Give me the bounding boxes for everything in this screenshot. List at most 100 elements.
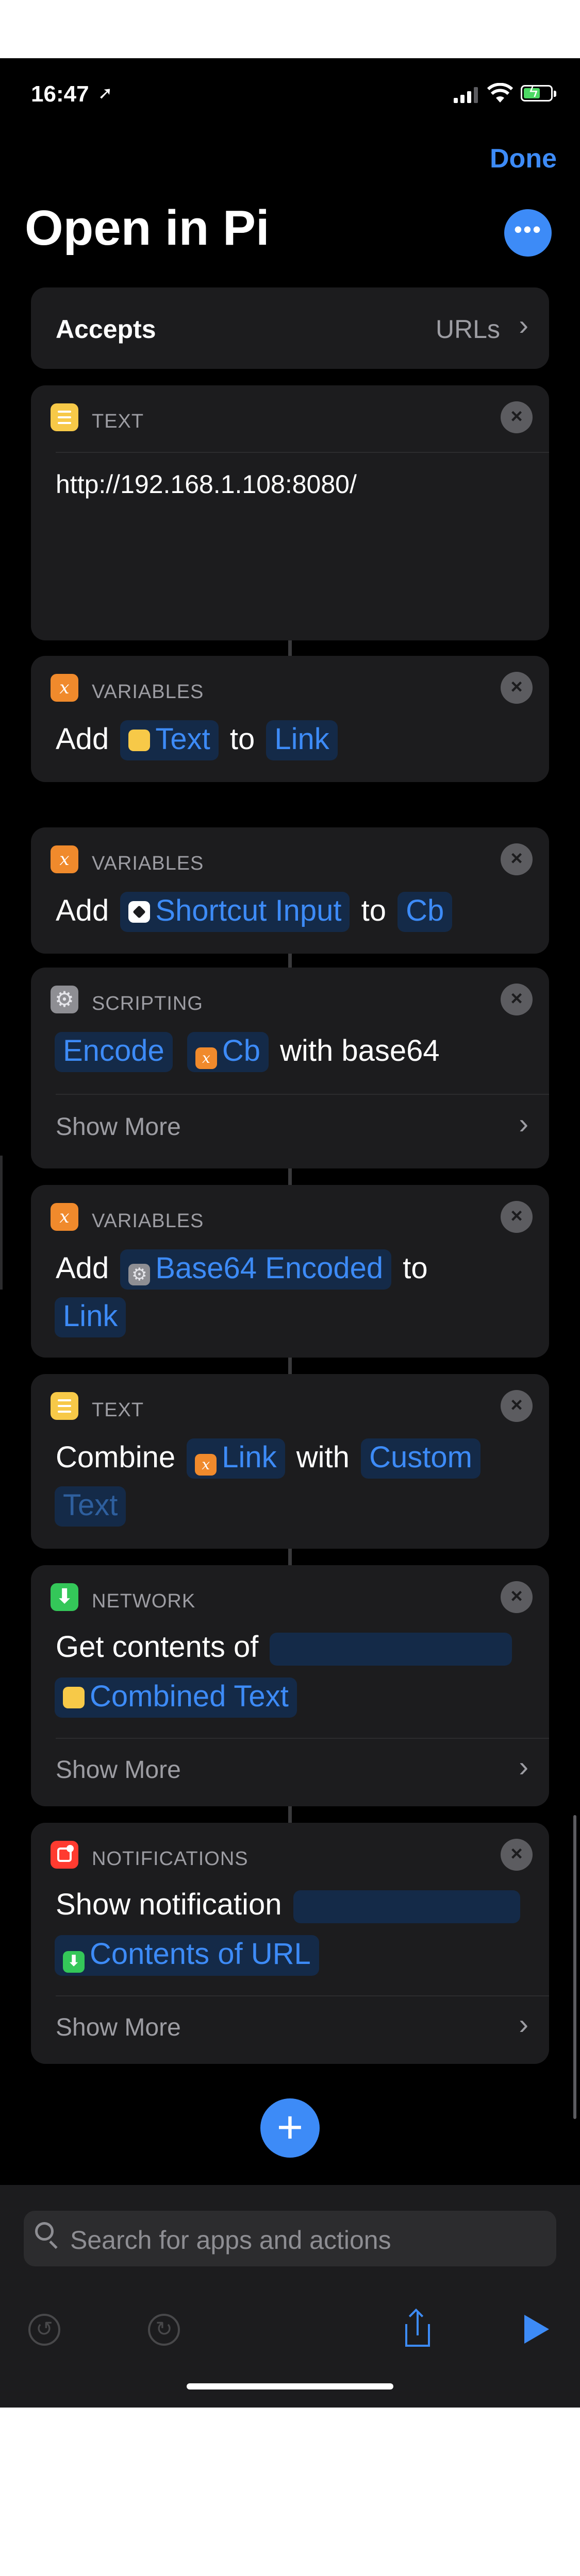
remove-action-button[interactable]: × (501, 1581, 533, 1613)
remove-action-button[interactable]: × (501, 984, 533, 1015)
text-field[interactable]: http://192.168.1.108:8080/ (56, 469, 357, 499)
empty-token (293, 1890, 520, 1923)
flow-connector (288, 640, 292, 656)
separator-token-cont[interactable]: Text (55, 1486, 126, 1527)
encode-mode-token[interactable]: Encode (55, 1032, 173, 1072)
shortcut-input-token[interactable]: Shortcut Input (120, 892, 350, 932)
action-category: VARIABLES (92, 681, 204, 703)
download-icon: ⬇ (63, 1951, 85, 1973)
flow-connector (288, 1806, 292, 1823)
done-button[interactable]: Done (490, 143, 557, 174)
shortcut-input-icon (128, 901, 151, 923)
show-notification-card[interactable]: NOTIFICATIONS × Show notification ⬇ Conte… (31, 1823, 549, 2064)
chevron-right-icon: › (519, 2008, 528, 2040)
undo-icon[interactable]: ↺ (28, 2314, 60, 2346)
separator-token[interactable]: Custom (361, 1438, 480, 1479)
action-sentence-cont: Combined Text (52, 1677, 300, 1718)
cb-variable-token[interactable]: Cb (397, 892, 453, 932)
contents-of-url-token[interactable]: ⬇ Contents of URL (55, 1935, 319, 1976)
status-bar: 16:47 ➚ ϟ (0, 58, 580, 130)
add-to-variable-card[interactable]: x VARIABLES × Add Shortcut Input to Cb (31, 827, 549, 954)
flow-connector (288, 952, 292, 968)
action-sentence: Get contents of (56, 1630, 515, 1666)
accepts-value: URLs (435, 315, 500, 344)
action-sentence: Encode x Cb with base64 (52, 1032, 440, 1072)
close-icon: × (510, 675, 523, 698)
notification-icon (51, 1841, 78, 1869)
link-variable-token[interactable]: x Link (187, 1438, 285, 1479)
plus-icon: + (276, 2102, 304, 2153)
remove-action-button[interactable]: × (501, 672, 533, 704)
action-sentence-cont: Text (52, 1486, 129, 1527)
accepts-label: Accepts (56, 315, 156, 344)
accepts-row[interactable]: Accepts URLs › (31, 287, 549, 369)
add-to-variable-card[interactable]: x VARIABLES × Add ⚙ Base64 Encoded to Lin… (31, 1185, 549, 1358)
close-icon: × (510, 1842, 523, 1865)
action-search-sheet: Search for apps and actions ↺ ↻ (0, 2185, 580, 2408)
gear-icon: ⚙ (128, 1264, 151, 1285)
add-to-variable-card[interactable]: x VARIABLES × Add Text to Link (31, 656, 549, 782)
variable-icon: x (51, 674, 78, 702)
action-category: TEXT (92, 411, 144, 432)
action-sentence: Show notification (56, 1887, 523, 1923)
battery-icon: ϟ (521, 83, 556, 101)
wifi-icon (487, 83, 513, 103)
text-icon (128, 730, 151, 751)
share-icon[interactable] (402, 2308, 433, 2348)
remove-action-button[interactable]: × (501, 401, 533, 433)
show-more-button[interactable]: Show More (56, 1113, 181, 1141)
play-icon[interactable] (524, 2315, 549, 2344)
combine-text-card[interactable]: TEXT × Combine x Link with Custom Text (31, 1374, 549, 1549)
combined-text-token[interactable]: Combined Text (55, 1677, 297, 1718)
gear-icon: ⚙ (51, 986, 78, 1013)
variable-icon: x (51, 1203, 78, 1231)
download-icon: ⬇ (51, 1583, 78, 1611)
search-icon (35, 2222, 54, 2241)
text-variable-token[interactable]: Text (120, 720, 219, 760)
home-indicator (187, 2383, 393, 2389)
show-more-button[interactable]: Show More (56, 2013, 181, 2042)
variable-icon: x (195, 1047, 217, 1069)
remove-action-button[interactable]: × (501, 1390, 533, 1422)
get-contents-card[interactable]: ⬇ NETWORK × Get contents of Combined Tex… (31, 1565, 549, 1806)
shortcut-editor-screen: 16:47 ➚ ϟ Done Open in Pi ••• Accepts UR… (0, 58, 580, 2408)
flow-connector (288, 1358, 292, 1374)
action-category: NOTIFICATIONS (92, 1848, 248, 1870)
variable-icon: x (51, 845, 78, 873)
editor-toolbar: ↺ ↻ (0, 2302, 580, 2354)
link-variable-token[interactable]: Link (266, 720, 338, 760)
cellular-signal-icon (454, 87, 478, 103)
more-options-button[interactable]: ••• (504, 209, 552, 257)
add-action-button[interactable]: + (260, 2098, 320, 2158)
location-icon: ➚ (98, 83, 113, 103)
show-more-button[interactable]: Show More (56, 1756, 181, 1784)
action-sentence-cont: Link (52, 1297, 129, 1337)
action-sentence: Add ⚙ Base64 Encoded to (56, 1249, 428, 1290)
base64-encoded-token[interactable]: ⚙ Base64 Encoded (120, 1249, 392, 1290)
close-icon: × (510, 987, 523, 1010)
scroll-indicator[interactable] (573, 1815, 576, 2119)
action-category: SCRIPTING (92, 993, 203, 1014)
action-sentence: Combine x Link with Custom (56, 1438, 484, 1479)
action-category: NETWORK (92, 1590, 196, 1612)
edge-shadow (0, 1156, 3, 1290)
search-field[interactable]: Search for apps and actions (24, 2211, 556, 2266)
remove-action-button[interactable]: × (501, 1201, 533, 1233)
shortcut-title[interactable]: Open in Pi (25, 200, 270, 257)
close-icon: × (510, 1205, 523, 1227)
link-variable-token[interactable]: Link (55, 1297, 126, 1337)
action-category: VARIABLES (92, 853, 204, 874)
remove-action-button[interactable]: × (501, 843, 533, 875)
text-icon (51, 403, 78, 431)
text-action-card[interactable]: TEXT × http://192.168.1.108:8080/ (31, 385, 549, 640)
flow-connector (288, 1168, 292, 1185)
remove-action-button[interactable]: × (501, 1839, 533, 1871)
close-icon: × (510, 405, 523, 428)
base64-encode-card[interactable]: ⚙ SCRIPTING × Encode x Cb with base64 Sho… (31, 968, 549, 1168)
action-sentence-cont: ⬇ Contents of URL (52, 1935, 322, 1976)
cb-variable-token[interactable]: x Cb (187, 1032, 269, 1072)
search-placeholder: Search for apps and actions (70, 2226, 391, 2255)
action-category: TEXT (92, 1399, 144, 1421)
close-icon: × (510, 847, 523, 870)
redo-icon[interactable]: ↻ (148, 2314, 180, 2346)
